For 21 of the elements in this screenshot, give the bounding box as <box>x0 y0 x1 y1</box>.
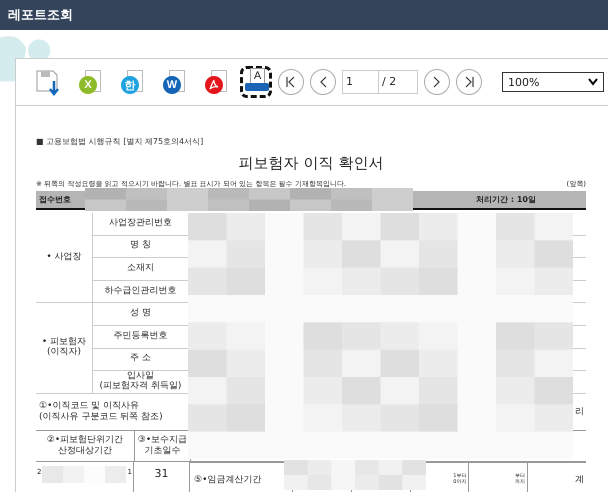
zoom-select[interactable]: 100% <box>502 72 604 92</box>
pdf-document-icon <box>203 69 229 95</box>
page-field[interactable]: 1 / 2 <box>342 70 418 94</box>
first-page-button[interactable] <box>278 69 304 95</box>
days-cell: 31 <box>134 462 190 492</box>
section-label: • 사업장 <box>36 213 92 304</box>
wage-cell: 계 <box>527 462 586 492</box>
chevron-down-icon <box>588 78 598 86</box>
next-page-button[interactable] <box>424 69 450 95</box>
cell-text: 리 <box>575 406 584 418</box>
section-label: • 피보험자 (이직자) <box>36 303 92 394</box>
receipt-number-label: 접수번호 <box>39 194 71 205</box>
word-button[interactable]: W <box>156 64 192 100</box>
report-title: 피보험자 이직 확인서 <box>238 154 384 173</box>
window-title: 레포트조회 <box>8 7 73 24</box>
print-button[interactable]: A <box>240 66 272 98</box>
previous-page-button[interactable] <box>310 69 336 95</box>
last-page-button[interactable] <box>456 69 482 95</box>
processing-period-label: 처리기간 : 10일 <box>476 194 536 205</box>
column-header: ②•피보험단위기간 산정대상기간 <box>36 430 135 461</box>
form-reference: ■ 고용보험법 시행규칙 [별지 제75호의4서식] <box>36 136 204 147</box>
